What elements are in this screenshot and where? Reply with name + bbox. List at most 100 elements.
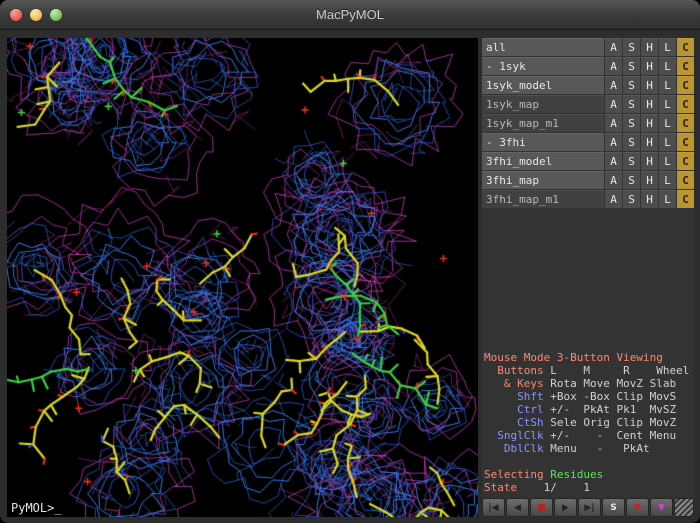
traffic-lights [10,0,62,29]
command-line[interactable]: PyMOL>_ [11,501,62,515]
object-color-button[interactable]: C [677,76,694,94]
object-show-button[interactable]: S [623,152,640,170]
molecule-viewport[interactable] [7,38,478,517]
movie-controls: |◀◀■▶▶|S▼▼ [482,498,694,517]
mouse-panel-text-segment: Menu - PkAt [550,442,649,455]
object-name-1sykmapm1[interactable]: 1syk_map_m1 [482,114,604,132]
object-show-button[interactable]: S [623,133,640,151]
mouse-panel-text-segment: +/- - Cent Menu [550,429,676,442]
movie-stop-button[interactable]: ■ [530,498,553,517]
object-show-button[interactable]: S [623,114,640,132]
object-hide-button[interactable]: H [641,76,658,94]
object-label-button[interactable]: L [659,171,676,189]
mouse-panel-text-segment: Ctrl [484,403,550,416]
state-line[interactable]: State 1/ 1 [484,481,694,494]
object-color-button[interactable]: C [677,171,694,189]
object-color-button[interactable]: C [677,38,694,56]
object-show-button[interactable]: S [623,76,640,94]
object-hide-button[interactable]: H [641,114,658,132]
object-name-all[interactable]: all [482,38,604,56]
object-hide-button[interactable]: H [641,95,658,113]
object-show-button[interactable]: S [623,38,640,56]
close-button[interactable] [10,9,22,21]
object-color-button[interactable]: C [677,190,694,208]
record-menu-button[interactable]: ▼ [626,498,649,517]
mouse-panel-text-segment: 1/ 1 [524,481,590,494]
ctsh-row-line: CtSh Sele Orig Clip MovZ [484,416,694,429]
object-hide-button[interactable]: H [641,57,658,75]
object-action-button[interactable]: A [605,114,622,132]
object-hide-button[interactable]: H [641,152,658,170]
object-action-button[interactable]: A [605,133,622,151]
zoom-button[interactable] [50,9,62,21]
object-hide-button[interactable]: H [641,133,658,151]
mouse-panel-text-segment: 3-Button Viewing [557,351,663,364]
object-show-button[interactable]: S [623,171,640,189]
window-body: PyMOL>_ allASHLC- 1sykASHLC1syk_modelASH… [0,30,700,523]
movie-first-button[interactable]: |◀ [482,498,505,517]
object-name-3fhi[interactable]: - 3fhi [482,133,604,151]
mouse-panel-text-segment: Buttons [484,364,550,377]
object-action-button[interactable]: A [605,190,622,208]
selecting-line[interactable]: Selecting Residues [484,468,694,481]
window-title: MacPyMOL [316,7,384,22]
snglclk-row-line: SnglClk +/- - Cent Menu [484,429,694,442]
object-name-1syk[interactable]: - 1syk [482,57,604,75]
movie-play-button[interactable]: ▶ [554,498,577,517]
resize-grip[interactable] [674,498,694,517]
spacer-line [484,455,694,468]
object-color-button[interactable]: C [677,57,694,75]
command-prompt: PyMOL> [11,501,54,515]
movie-prev-button[interactable]: ◀ [506,498,529,517]
object-action-button[interactable]: A [605,57,622,75]
object-label-button[interactable]: L [659,133,676,151]
object-row: allASHLC [482,38,694,56]
object-name-1sykmodel[interactable]: 1syk_model [482,76,604,94]
object-name-1sykmap[interactable]: 1syk_map [482,95,604,113]
mouse-panel-text-segment: SnglClk [484,429,550,442]
object-label-button[interactable]: L [659,38,676,56]
movie-menu-button[interactable]: ▼ [650,498,673,517]
object-hide-button[interactable]: H [641,38,658,56]
object-action-button[interactable]: A [605,171,622,189]
mouse-panel-text-segment: Selecting [484,468,550,481]
object-name-3fhimodel[interactable]: 3fhi_model [482,152,604,170]
mouse-panel-text-segment: Residues [550,468,603,481]
object-name-3fhimap[interactable]: 3fhi_map [482,171,604,189]
object-name-3fhimapm1[interactable]: 3fhi_map_m1 [482,190,604,208]
ctrl-row-line: Ctrl +/- PkAt Pk1 MvSZ [484,403,694,416]
mouse-panel-text-segment: & Keys [484,377,550,390]
object-row: 3fhi_map_m1ASHLC [482,190,694,208]
object-label-button[interactable]: L [659,152,676,170]
mouse-panel-text-segment [484,455,491,468]
scene-button[interactable]: S [602,498,625,517]
object-hide-button[interactable]: H [641,190,658,208]
object-action-button[interactable]: A [605,152,622,170]
mouse-mode-line[interactable]: Mouse Mode 3-Button Viewing [484,351,694,364]
object-label-button[interactable]: L [659,114,676,132]
movie-last-button[interactable]: ▶| [578,498,601,517]
object-label-button[interactable]: L [659,76,676,94]
macpymol-window: MacPyMOL PyMOL>_ allASHLC- 1sykASHLC1syk… [0,0,700,523]
object-color-button[interactable]: C [677,114,694,132]
object-hide-button[interactable]: H [641,171,658,189]
minimize-button[interactable] [30,9,42,21]
object-color-button[interactable]: C [677,95,694,113]
object-label-button[interactable]: L [659,95,676,113]
dblclk-row-line: DblClk Menu - PkAt [484,442,694,455]
object-action-button[interactable]: A [605,38,622,56]
object-show-button[interactable]: S [623,190,640,208]
object-label-button[interactable]: L [659,190,676,208]
shift-row-line: Shft +Box -Box Clip MovS [484,390,694,403]
mouse-panel-text-segment: Rota Move MovZ Slab [550,377,676,390]
object-show-button[interactable]: S [623,95,640,113]
mouse-panel-text-segment: Shft [484,390,550,403]
object-action-button[interactable]: A [605,95,622,113]
object-row: - 3fhiASHLC [482,133,694,151]
object-action-button[interactable]: A [605,76,622,94]
object-show-button[interactable]: S [623,57,640,75]
object-color-button[interactable]: C [677,133,694,151]
object-label-button[interactable]: L [659,57,676,75]
titlebar[interactable]: MacPyMOL [0,0,700,30]
object-color-button[interactable]: C [677,152,694,170]
